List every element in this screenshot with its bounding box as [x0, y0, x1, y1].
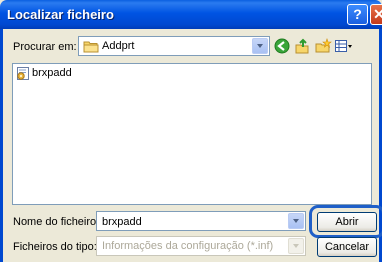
file-name-field[interactable]: brxpadd	[96, 211, 306, 231]
file-name-value: brxpadd	[102, 216, 142, 228]
new-folder-icon[interactable]	[314, 38, 332, 54]
chevron-down-icon[interactable]	[252, 38, 268, 54]
look-in-label: Procurar em:	[13, 41, 77, 53]
look-in-value: Addprt	[102, 40, 135, 52]
up-folder-icon[interactable]	[294, 38, 312, 54]
open-button[interactable]: Abrir	[317, 212, 377, 232]
view-menu-icon[interactable]	[334, 38, 354, 54]
file-list[interactable]: brxpadd	[12, 63, 372, 205]
cancel-button[interactable]: Cancelar	[317, 237, 377, 257]
setup-file-icon	[15, 66, 31, 84]
window-title: Localizar ficheiro	[7, 7, 114, 22]
open-file-dialog: Localizar ficheiro ? ✕ Procurar em: Addp…	[0, 0, 382, 262]
back-icon[interactable]	[274, 38, 292, 54]
file-name-label: Nome do ficheiro:	[13, 216, 100, 228]
title-bar[interactable]: Localizar ficheiro ? ✕	[0, 0, 382, 29]
close-button[interactable]: ✕	[370, 4, 382, 25]
folder-icon	[83, 40, 99, 56]
look-in-dropdown[interactable]: Addprt	[78, 36, 270, 56]
chevron-down-icon	[288, 238, 304, 254]
chevron-down-icon[interactable]	[288, 213, 304, 229]
file-type-value: Informações da configuração (*.inf)	[102, 240, 274, 252]
window-frame-left	[0, 29, 3, 262]
file-type-dropdown: Informações da configuração (*.inf)	[96, 236, 306, 256]
file-type-label: Ficheiros do tipo:	[13, 241, 97, 253]
list-item-label: brxpadd	[32, 67, 72, 79]
help-button[interactable]: ?	[347, 4, 368, 25]
